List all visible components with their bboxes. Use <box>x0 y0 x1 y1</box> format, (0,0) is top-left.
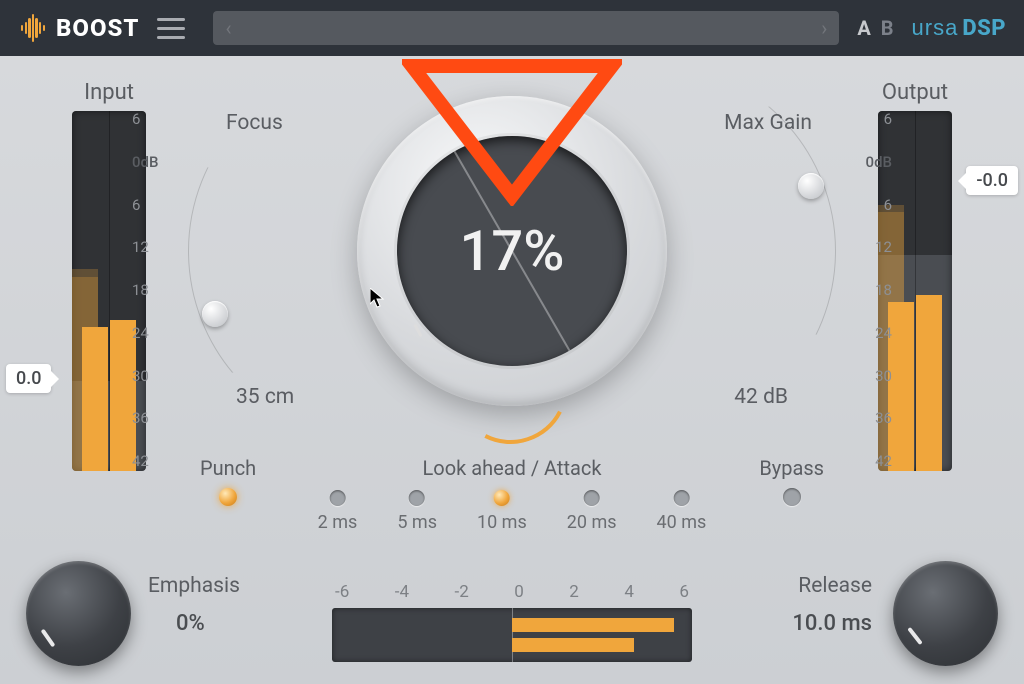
punch-led-icon <box>219 488 237 506</box>
input-label: Input <box>84 80 134 105</box>
focus-handle[interactable] <box>202 301 228 327</box>
input-peak-readout[interactable]: 0.0 <box>6 364 51 393</box>
gain-reduction-meter: -6-4-2 024 6 <box>332 582 692 662</box>
release-label: Release <box>798 574 872 598</box>
bottom-section: Emphasis 0% Release 10.0 ms -6-4-2 024 6 <box>0 534 1024 674</box>
emphasis-value: 0% <box>176 611 205 636</box>
output-peak-readout[interactable]: -0.0 <box>966 166 1018 195</box>
focus-value: 35 cm <box>236 385 294 409</box>
menu-button[interactable] <box>157 9 195 47</box>
ab-a[interactable]: A <box>857 16 870 40</box>
boost-value: 17% <box>460 218 565 284</box>
boost-wave-icon <box>18 13 48 43</box>
release-knob[interactable] <box>893 561 998 666</box>
product-logo: BOOST <box>18 13 139 43</box>
emphasis-label: Emphasis <box>148 574 240 598</box>
maxgain-value: 42 dB <box>734 385 788 409</box>
input-scale: 6 0dB 6 12 18 24 30 36 42 <box>132 110 158 470</box>
maxgain-label: Max Gain <box>724 111 812 135</box>
lookahead-section: Look ahead / Attack 2 ms 5 ms 10 ms 20 m… <box>318 456 707 533</box>
lookahead-40ms[interactable]: 40 ms <box>657 490 707 533</box>
preset-next-icon[interactable]: › <box>821 16 827 40</box>
preset-selector[interactable]: ‹ › <box>213 11 839 45</box>
product-name: BOOST <box>56 14 139 42</box>
output-label: Output <box>882 80 948 105</box>
maxgain-handle[interactable] <box>798 173 824 199</box>
punch-toggle[interactable]: Punch <box>200 456 256 506</box>
lookahead-10ms[interactable]: 10 ms <box>477 490 527 533</box>
ab-compare[interactable]: A B <box>857 16 893 40</box>
output-scale: 6 0dB 6 12 18 24 30 36 42 <box>866 110 892 470</box>
mouse-cursor-icon <box>370 288 386 313</box>
release-value: 10.0 ms <box>792 611 872 636</box>
header-bar: BOOST ‹ › A B ursaDSP <box>0 0 1024 56</box>
bypass-toggle[interactable]: Bypass <box>759 456 824 506</box>
focus-control[interactable]: Focus 35 cm <box>206 111 386 371</box>
brand-logo: ursaDSP <box>912 15 1006 41</box>
ab-b[interactable]: B <box>881 16 894 40</box>
emphasis-knob[interactable] <box>26 561 131 666</box>
lookahead-label: Look ahead / Attack <box>318 456 707 480</box>
bypass-led-icon <box>783 488 801 506</box>
gr-scale: -6-4-2 024 6 <box>332 582 692 608</box>
preset-prev-icon[interactable]: ‹ <box>225 16 231 40</box>
lookahead-2ms[interactable]: 2 ms <box>318 490 358 533</box>
lookahead-options: 2 ms 5 ms 10 ms 20 ms 40 ms <box>318 490 707 533</box>
focus-label: Focus <box>226 111 283 135</box>
lookahead-20ms[interactable]: 20 ms <box>567 490 617 533</box>
maxgain-control[interactable]: Max Gain 42 dB <box>638 111 818 371</box>
annotation-triangle-icon <box>402 56 622 206</box>
lookahead-5ms[interactable]: 5 ms <box>397 490 437 533</box>
plugin-body: Input 6 0dB 6 12 18 24 30 36 42 0.0 Outp… <box>0 56 1024 684</box>
